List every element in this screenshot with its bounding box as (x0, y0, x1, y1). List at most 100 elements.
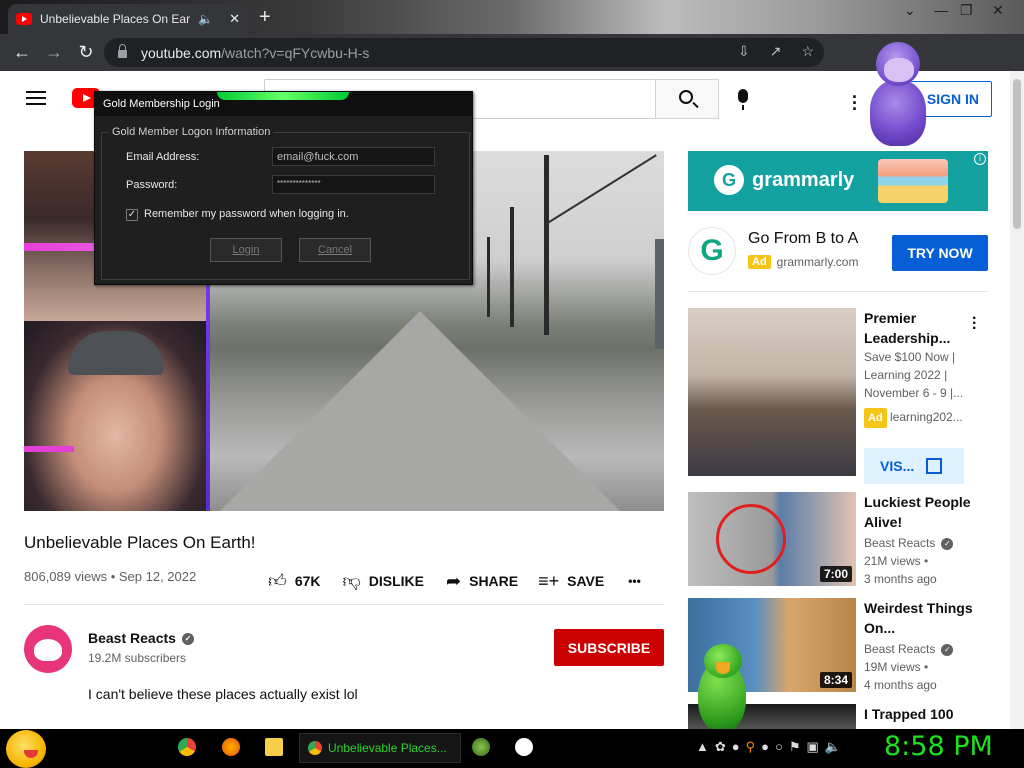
dialog-accent (217, 92, 349, 100)
channel-name-row[interactable]: Beast Reacts ✓ (88, 630, 194, 646)
try-now-button[interactable]: TRY NOW (892, 235, 988, 271)
browser-tab[interactable]: Unbelievable Places On Earth! 🔈 ✕ (8, 4, 248, 34)
related-channel[interactable]: Beast Reacts (864, 642, 935, 656)
video-thumbnail[interactable] (688, 308, 856, 476)
lock-icon[interactable] (118, 44, 127, 58)
green-parrot-assistant[interactable] (690, 640, 754, 732)
volume-icon[interactable]: 🔈 (825, 739, 841, 755)
verified-check-icon: ✓ (181, 633, 194, 646)
minimize-icon[interactable]: — (934, 2, 948, 18)
utility-pole (487, 237, 490, 317)
ad-domain-row: Ad grammarly.com (748, 255, 858, 269)
new-tab-icon[interactable]: + (259, 6, 271, 29)
email-field[interactable]: email@fuck.com (272, 147, 435, 166)
banner-brand: grammarly (752, 169, 855, 191)
search-icon (679, 90, 693, 104)
scrollbar-thumb[interactable] (1013, 79, 1021, 229)
app-icon[interactable] (472, 738, 490, 756)
channel-name[interactable]: Beast Reacts (88, 630, 176, 646)
video-duration: 7:00 (819, 566, 852, 582)
video-title: Unbelievable Places On Earth! (24, 533, 256, 552)
thumbs-down-icon: 👎︎ (342, 571, 361, 591)
share-arrow-icon: ➦ (446, 570, 462, 591)
login-button[interactable]: Login (210, 238, 282, 262)
tray-app-icon[interactable]: ● (761, 739, 769, 755)
tray-app-icon[interactable]: ✿ (715, 739, 726, 755)
ad-badge: Ad (748, 255, 771, 269)
address-bar[interactable]: youtube.com /watch?v=qFYcwbu-H-s ⇩ ↗ ☆ (104, 38, 824, 67)
speaker-icon[interactable]: 🔈 (198, 12, 213, 26)
books-illustration (878, 159, 948, 203)
firefox-icon[interactable] (222, 738, 240, 756)
taskbar (0, 729, 1024, 768)
hamburger-menu-icon[interactable] (26, 91, 46, 105)
ad-headline[interactable]: Go From B to A (748, 230, 858, 248)
video-meta: 806,089 views • Sep 12, 2022 (24, 569, 197, 584)
close-tab-icon[interactable]: ✕ (229, 11, 240, 27)
tray-app-icon[interactable]: ● (732, 739, 740, 755)
reload-icon[interactable]: ↻ (70, 42, 102, 63)
subscribe-button[interactable]: SUBSCRIBE (554, 629, 664, 666)
purple-gorilla-assistant[interactable] (860, 40, 936, 152)
video-options-icon[interactable]: ... (972, 307, 976, 333)
share-button[interactable]: ➦ SHARE (446, 571, 518, 592)
related-channel[interactable]: Beast Reacts (864, 536, 935, 550)
advertiser-logo[interactable]: G (688, 227, 736, 275)
save-button[interactable]: ≡+ SAVE (538, 571, 604, 592)
tray-app-icon[interactable]: ○ (775, 739, 783, 755)
restore-icon[interactable]: ❐ (960, 2, 973, 19)
ad-domain: grammarly.com (776, 255, 859, 269)
microphone-icon[interactable] (738, 89, 748, 110)
share-label: SHARE (469, 573, 519, 589)
related-video-title[interactable]: Premier Leadership... (864, 308, 986, 348)
related-age: 4 months ago (864, 678, 937, 692)
close-window-icon[interactable]: ✕ (992, 2, 1004, 19)
channel-avatar[interactable] (24, 625, 72, 673)
video-description: I can't believe these places actually ex… (88, 686, 358, 702)
like-button[interactable]: 👍︎ 67K (268, 570, 321, 592)
install-icon[interactable]: ⇩ (738, 43, 750, 60)
visit-label: VIS... (880, 458, 915, 474)
visit-site-button[interactable]: VIS... (864, 448, 964, 484)
taskbar-task-chrome[interactable]: Unbelievable Places... (299, 733, 461, 763)
more-actions-button[interactable]: ••• (628, 574, 641, 588)
divider (24, 604, 664, 605)
dislike-button[interactable]: 👎︎ DISLIKE (343, 570, 425, 592)
related-video-title[interactable]: Weirdest Things On... (864, 598, 986, 638)
red-circle-highlight (716, 504, 786, 574)
ad-badge: Ad (864, 408, 887, 428)
ad-info-icon[interactable]: i (974, 153, 986, 165)
page-scrollbar[interactable] (1010, 71, 1024, 729)
search-button[interactable] (655, 79, 719, 119)
road-shape (220, 311, 620, 511)
utility-pole (510, 207, 514, 327)
search-icon[interactable]: ⚲ (746, 739, 756, 755)
youtube-favicon-icon (16, 13, 32, 25)
bookmark-star-icon[interactable]: ☆ (801, 43, 814, 60)
tray-app-icon[interactable]: ▲ (696, 739, 709, 755)
subscriber-count: 19.2M subscribers (88, 651, 187, 665)
start-button[interactable] (6, 730, 46, 768)
chevron-down-icon[interactable]: ⌄ (904, 2, 916, 19)
share-icon[interactable]: ↗ (770, 43, 782, 60)
yandex-icon[interactable] (515, 738, 533, 756)
settings-kebab-icon[interactable]: ... (852, 83, 857, 113)
video-thumbnail[interactable]: 7:00 (688, 492, 856, 586)
back-arrow-icon[interactable]: ← (6, 42, 38, 63)
ad-domain: learning202... (890, 410, 963, 424)
password-field[interactable]: ************** (272, 175, 435, 194)
related-video-title[interactable]: Luckiest People Alive! (864, 492, 986, 532)
cancel-button[interactable]: Cancel (299, 238, 371, 262)
dislike-label: DISLIKE (368, 573, 425, 589)
chrome-icon[interactable] (178, 738, 196, 756)
remember-checkbox[interactable]: ✓ (126, 209, 138, 221)
forward-arrow-icon[interactable]: → (38, 42, 70, 63)
network-icon[interactable]: ▣ (807, 739, 819, 755)
ad-line: Learning 2022 | (864, 368, 948, 382)
grammarly-banner-ad[interactable]: G grammarly i (688, 151, 988, 211)
file-explorer-icon[interactable] (265, 738, 283, 756)
flag-icon[interactable]: ⚑ (789, 739, 801, 755)
clock: 8:58 PM (884, 731, 993, 762)
related-video-title[interactable]: I Trapped 100 (864, 704, 986, 724)
url-path: /watch?v=qFYcwbu-H-s (221, 44, 370, 61)
